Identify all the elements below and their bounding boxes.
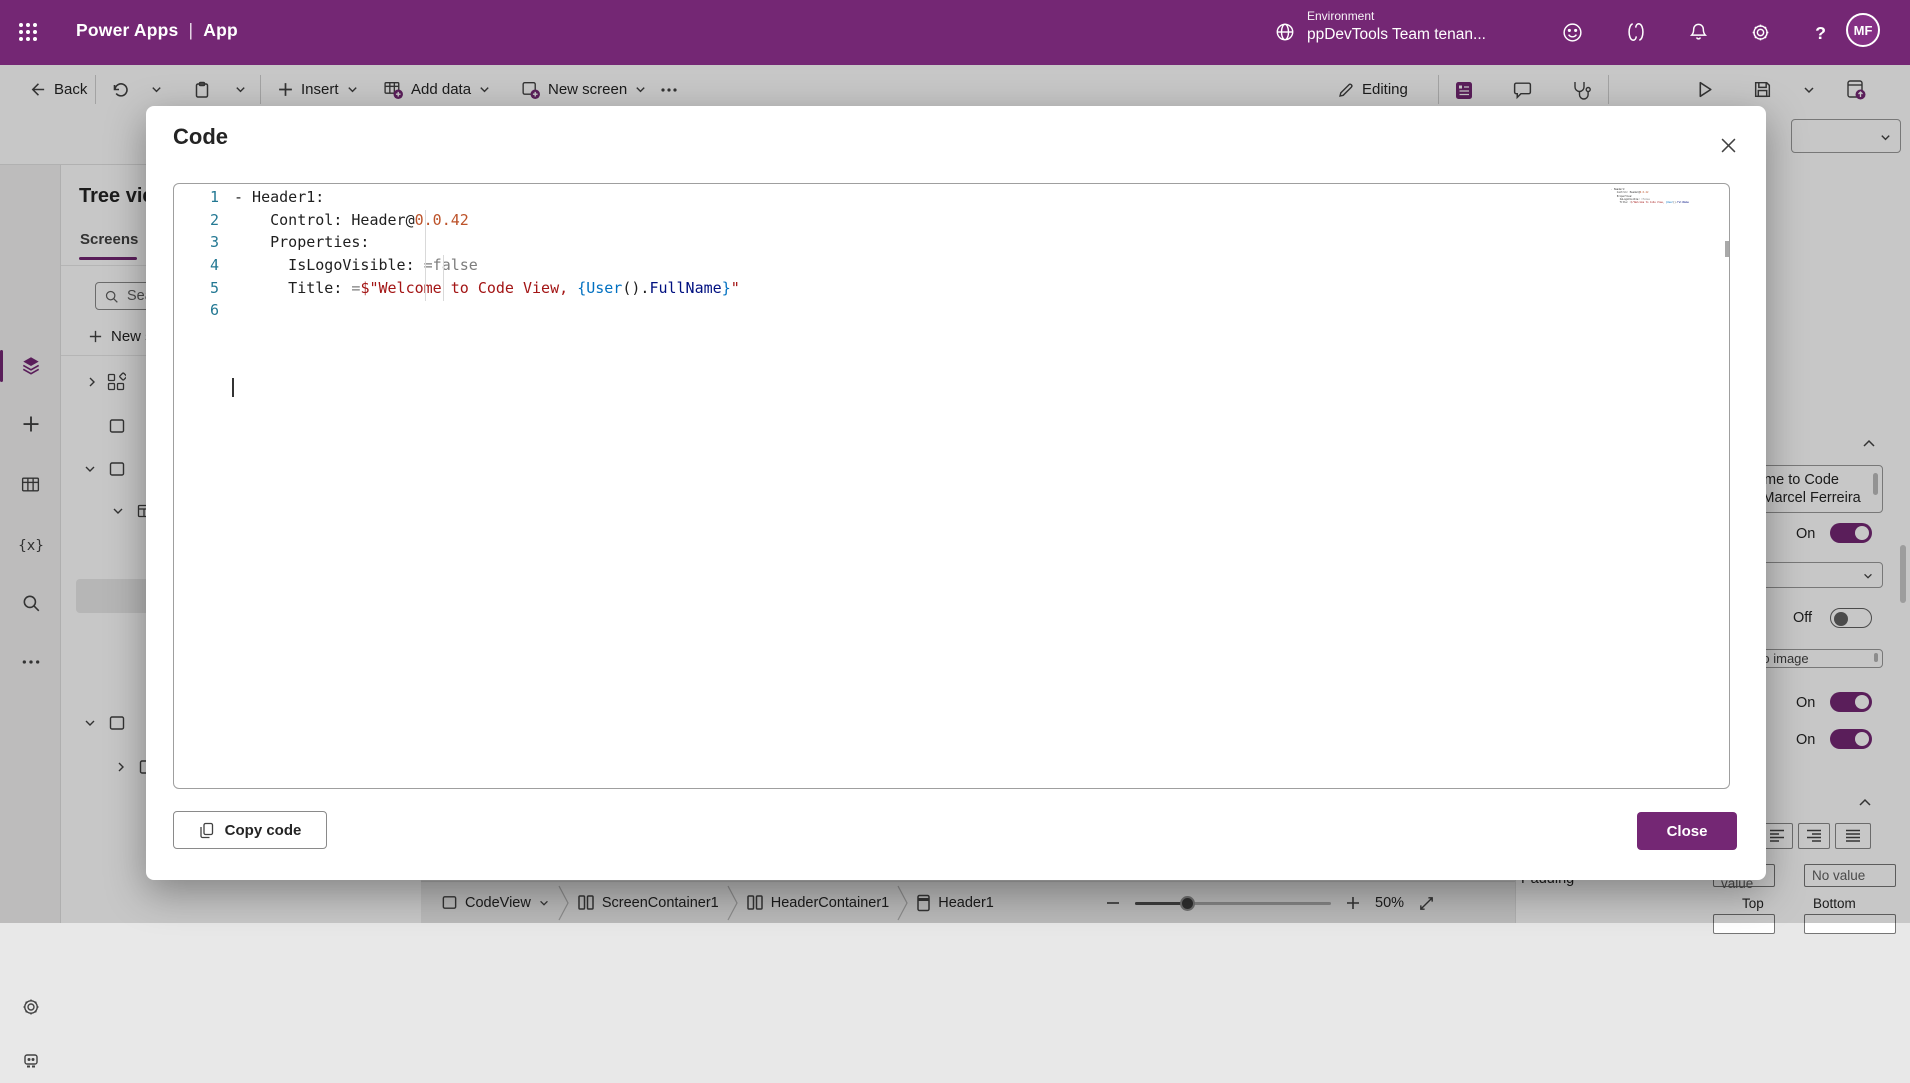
copilot-icon[interactable] bbox=[1616, 12, 1656, 52]
code-text: IsLogoVisible: =false bbox=[219, 254, 478, 277]
code-minimap[interactable]: - Header1: Control: Header@0.0.42 Proper… bbox=[1611, 188, 1689, 214]
indent-guide bbox=[443, 255, 444, 301]
gear-icon bbox=[20, 996, 42, 1018]
code-text: - Header1: bbox=[219, 186, 324, 209]
environment-label: Environment bbox=[1307, 9, 1374, 23]
waffle-menu-icon[interactable] bbox=[8, 12, 48, 52]
app-name: App bbox=[203, 20, 238, 40]
close-icon bbox=[1721, 138, 1736, 153]
line-number: 5 bbox=[174, 277, 219, 300]
code-line[interactable]: 4 IsLogoVisible: =false bbox=[174, 254, 1729, 277]
title-separator: | bbox=[178, 20, 203, 40]
rail-item-virtual-agent[interactable] bbox=[0, 1039, 61, 1083]
code-editor[interactable]: 1- Header1:2 Control: Header@0.0.423 Pro… bbox=[173, 183, 1730, 789]
text-cursor bbox=[232, 378, 234, 397]
minimap-line: Title: =$"Welcome to Code View, {User().… bbox=[1611, 201, 1689, 204]
code-line[interactable]: 3 Properties: bbox=[174, 231, 1729, 254]
code-line[interactable]: 5 Title: =$"Welcome to Code View, {User(… bbox=[174, 277, 1729, 300]
code-text bbox=[219, 299, 234, 322]
close-button[interactable]: Close bbox=[1637, 812, 1737, 850]
settings-gear-icon[interactable] bbox=[1740, 12, 1780, 52]
modal-close-button[interactable] bbox=[1712, 129, 1744, 161]
top-app-bar: Power Apps|App Environment ppDevTools Te… bbox=[0, 0, 1910, 65]
code-line[interactable]: 6 bbox=[174, 299, 1729, 322]
line-number: 2 bbox=[174, 209, 219, 232]
line-number: 3 bbox=[174, 231, 219, 254]
rail-item-settings[interactable] bbox=[0, 985, 61, 1029]
indent-guide bbox=[425, 210, 426, 301]
editor-scrollbar[interactable] bbox=[1725, 241, 1730, 257]
product-name: Power Apps bbox=[76, 20, 178, 40]
copy-icon bbox=[199, 822, 215, 839]
environment-globe-icon[interactable] bbox=[1274, 21, 1296, 43]
copy-code-label: Copy code bbox=[225, 822, 302, 839]
environment-name[interactable]: ppDevTools Team tenan... bbox=[1307, 26, 1486, 44]
code-text: Control: Header@0.0.42 bbox=[219, 209, 469, 232]
notifications-bell-icon[interactable] bbox=[1678, 12, 1718, 52]
robot-icon bbox=[20, 1050, 42, 1072]
code-text: Title: =$"Welcome to Code View, {User().… bbox=[219, 277, 740, 300]
line-number: 6 bbox=[174, 299, 219, 322]
svg-text:?: ? bbox=[1815, 22, 1826, 42]
code-line[interactable]: 2 Control: Header@0.0.42 bbox=[174, 209, 1729, 232]
code-modal: Code 1- Header1:2 Control: Header@0.0.42… bbox=[146, 106, 1766, 880]
line-number: 1 bbox=[174, 186, 219, 209]
code-line[interactable]: 1- Header1: bbox=[174, 186, 1729, 209]
code-lines: 1- Header1:2 Control: Header@0.0.423 Pro… bbox=[174, 186, 1729, 322]
close-label: Close bbox=[1667, 823, 1708, 840]
code-text: Properties: bbox=[219, 231, 369, 254]
modal-title: Code bbox=[173, 124, 228, 150]
app-title: Power Apps|App bbox=[76, 20, 238, 41]
line-number: 4 bbox=[174, 254, 219, 277]
help-question-icon[interactable]: ? bbox=[1800, 12, 1840, 52]
copy-code-button[interactable]: Copy code bbox=[173, 811, 327, 849]
avatar[interactable]: MF bbox=[1846, 13, 1880, 47]
feedback-smiley-icon[interactable] bbox=[1552, 12, 1592, 52]
